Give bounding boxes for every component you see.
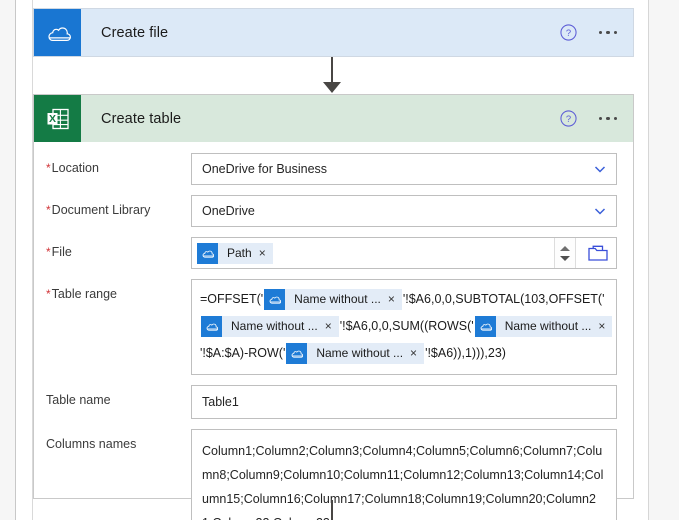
required-marker: * bbox=[46, 245, 51, 259]
required-marker: * bbox=[46, 203, 51, 217]
field-label-file: *File bbox=[46, 245, 72, 259]
table-name-input[interactable]: Table1 bbox=[191, 385, 617, 419]
card-actions-create-table: ? bbox=[559, 95, 620, 142]
columns-names-input[interactable]: Column1;Column2;Column3;Column4;Column5;… bbox=[191, 429, 617, 520]
field-table-range: *Table range =OFFSET(' Name without ... … bbox=[46, 279, 617, 375]
folder-picker-icon[interactable] bbox=[588, 245, 608, 262]
excel-icon: X bbox=[34, 95, 81, 142]
connector-line-bottom bbox=[331, 500, 333, 520]
required-marker: * bbox=[46, 161, 51, 175]
help-icon[interactable]: ? bbox=[559, 24, 577, 41]
card-actions-create-file: ? bbox=[559, 9, 620, 56]
spinner-up-icon[interactable] bbox=[560, 245, 570, 251]
dynamic-token-name-without-2[interactable]: Name without ... × bbox=[201, 316, 339, 337]
columns-names-value: Column1;Column2;Column3;Column4;Column5;… bbox=[202, 444, 604, 520]
flow-designer-canvas: Create file ? X Create table ? *Location… bbox=[0, 0, 679, 520]
formula-line-2: Name without ... × '!$A6,0,0,SUM((ROWS(' bbox=[200, 313, 613, 340]
dynamic-token-name-without-4[interactable]: Name without ... × bbox=[286, 343, 425, 364]
spinner-down-icon[interactable] bbox=[560, 255, 570, 261]
file-stepper[interactable] bbox=[554, 238, 576, 268]
token-label: Name without ... bbox=[294, 292, 381, 306]
onedrive-icon bbox=[197, 242, 218, 264]
svg-text:X: X bbox=[48, 113, 55, 125]
connector-line-top bbox=[331, 57, 333, 85]
card-title-create-table: Create table bbox=[101, 110, 182, 127]
remove-token-icon[interactable]: × bbox=[598, 316, 612, 337]
field-label-table-range: *Table range bbox=[46, 287, 117, 301]
create-table-form: *Location OneDrive for Business *Documen… bbox=[34, 142, 633, 520]
field-table-name: Table name Table1 bbox=[46, 385, 617, 419]
token-label: Name without ... bbox=[504, 319, 592, 333]
step-card-create-file[interactable]: Create file ? bbox=[33, 8, 634, 57]
token-label: Name without ... bbox=[316, 346, 404, 360]
formula-text: '!$A6)),1))),23) bbox=[425, 346, 506, 360]
right-rail bbox=[648, 0, 679, 520]
field-label-document-library: *Document Library bbox=[46, 203, 151, 217]
token-label: Path bbox=[227, 245, 252, 260]
table-range-input[interactable]: =OFFSET(' Name without ... × '!$A6,0,0,S… bbox=[191, 279, 617, 375]
svg-text:?: ? bbox=[565, 114, 570, 125]
more-commands-icon[interactable] bbox=[597, 25, 620, 41]
field-label-location: *Location bbox=[46, 161, 99, 175]
token-label: Name without ... bbox=[231, 319, 318, 333]
remove-token-icon[interactable]: × bbox=[388, 289, 402, 310]
onedrive-icon bbox=[474, 316, 496, 337]
formula-text: '!$A6,0,0,SUM((ROWS(' bbox=[339, 319, 474, 333]
field-file: *File Path × bbox=[46, 237, 617, 269]
file-input[interactable]: Path × bbox=[191, 237, 617, 269]
step-card-create-table[interactable]: X Create table ? *Location OneDrive for … bbox=[33, 94, 634, 520]
svg-text:?: ? bbox=[565, 28, 570, 39]
document-library-dropdown[interactable]: OneDrive bbox=[191, 195, 617, 227]
onedrive-icon bbox=[34, 9, 81, 56]
remove-token-icon[interactable]: × bbox=[259, 243, 273, 264]
field-location: *Location OneDrive for Business bbox=[46, 153, 617, 185]
field-document-library: *Document Library OneDrive bbox=[46, 195, 617, 227]
onedrive-icon bbox=[201, 316, 222, 337]
chevron-down-icon[interactable] bbox=[593, 162, 607, 176]
formula-text: '!$A6,0,0,SUBTOTAL(103,OFFSET(' bbox=[402, 292, 605, 306]
document-library-value: OneDrive bbox=[202, 204, 255, 218]
field-label-table-name: Table name bbox=[46, 393, 111, 407]
dynamic-token-name-without-1[interactable]: Name without ... × bbox=[264, 289, 402, 310]
formula-line-3: '!$A:$A)-ROW(' Name without ... × '!$A6)… bbox=[200, 340, 608, 367]
dynamic-token-name-without-3[interactable]: Name without ... × bbox=[474, 316, 613, 337]
flow-steps: Create file ? X Create table ? *Location… bbox=[33, 0, 634, 520]
formula-text: =OFFSET(' bbox=[200, 292, 264, 306]
table-name-value: Table1 bbox=[202, 395, 239, 409]
card-header-create-table[interactable]: X Create table ? bbox=[34, 95, 633, 142]
help-icon[interactable]: ? bbox=[559, 110, 577, 127]
card-header-create-file[interactable]: Create file ? bbox=[34, 9, 633, 56]
formula-line-1: =OFFSET(' Name without ... × '!$A6,0,0,S… bbox=[200, 286, 608, 313]
left-rail bbox=[0, 0, 16, 520]
location-dropdown[interactable]: OneDrive for Business bbox=[191, 153, 617, 185]
remove-token-icon[interactable]: × bbox=[410, 343, 424, 364]
remove-token-icon[interactable]: × bbox=[325, 316, 339, 337]
onedrive-icon bbox=[264, 289, 286, 310]
onedrive-icon bbox=[286, 343, 308, 364]
required-marker: * bbox=[46, 287, 51, 301]
location-value: OneDrive for Business bbox=[202, 162, 328, 176]
connector-arrow-icon bbox=[323, 82, 341, 93]
chevron-down-icon[interactable] bbox=[593, 204, 607, 218]
field-label-columns-names: Columns names bbox=[46, 437, 137, 451]
card-title-create-file: Create file bbox=[101, 24, 169, 41]
formula-text: '!$A:$A)-ROW(' bbox=[200, 346, 286, 360]
dynamic-token-path[interactable]: Path × bbox=[197, 242, 273, 264]
more-commands-icon[interactable] bbox=[597, 111, 620, 127]
